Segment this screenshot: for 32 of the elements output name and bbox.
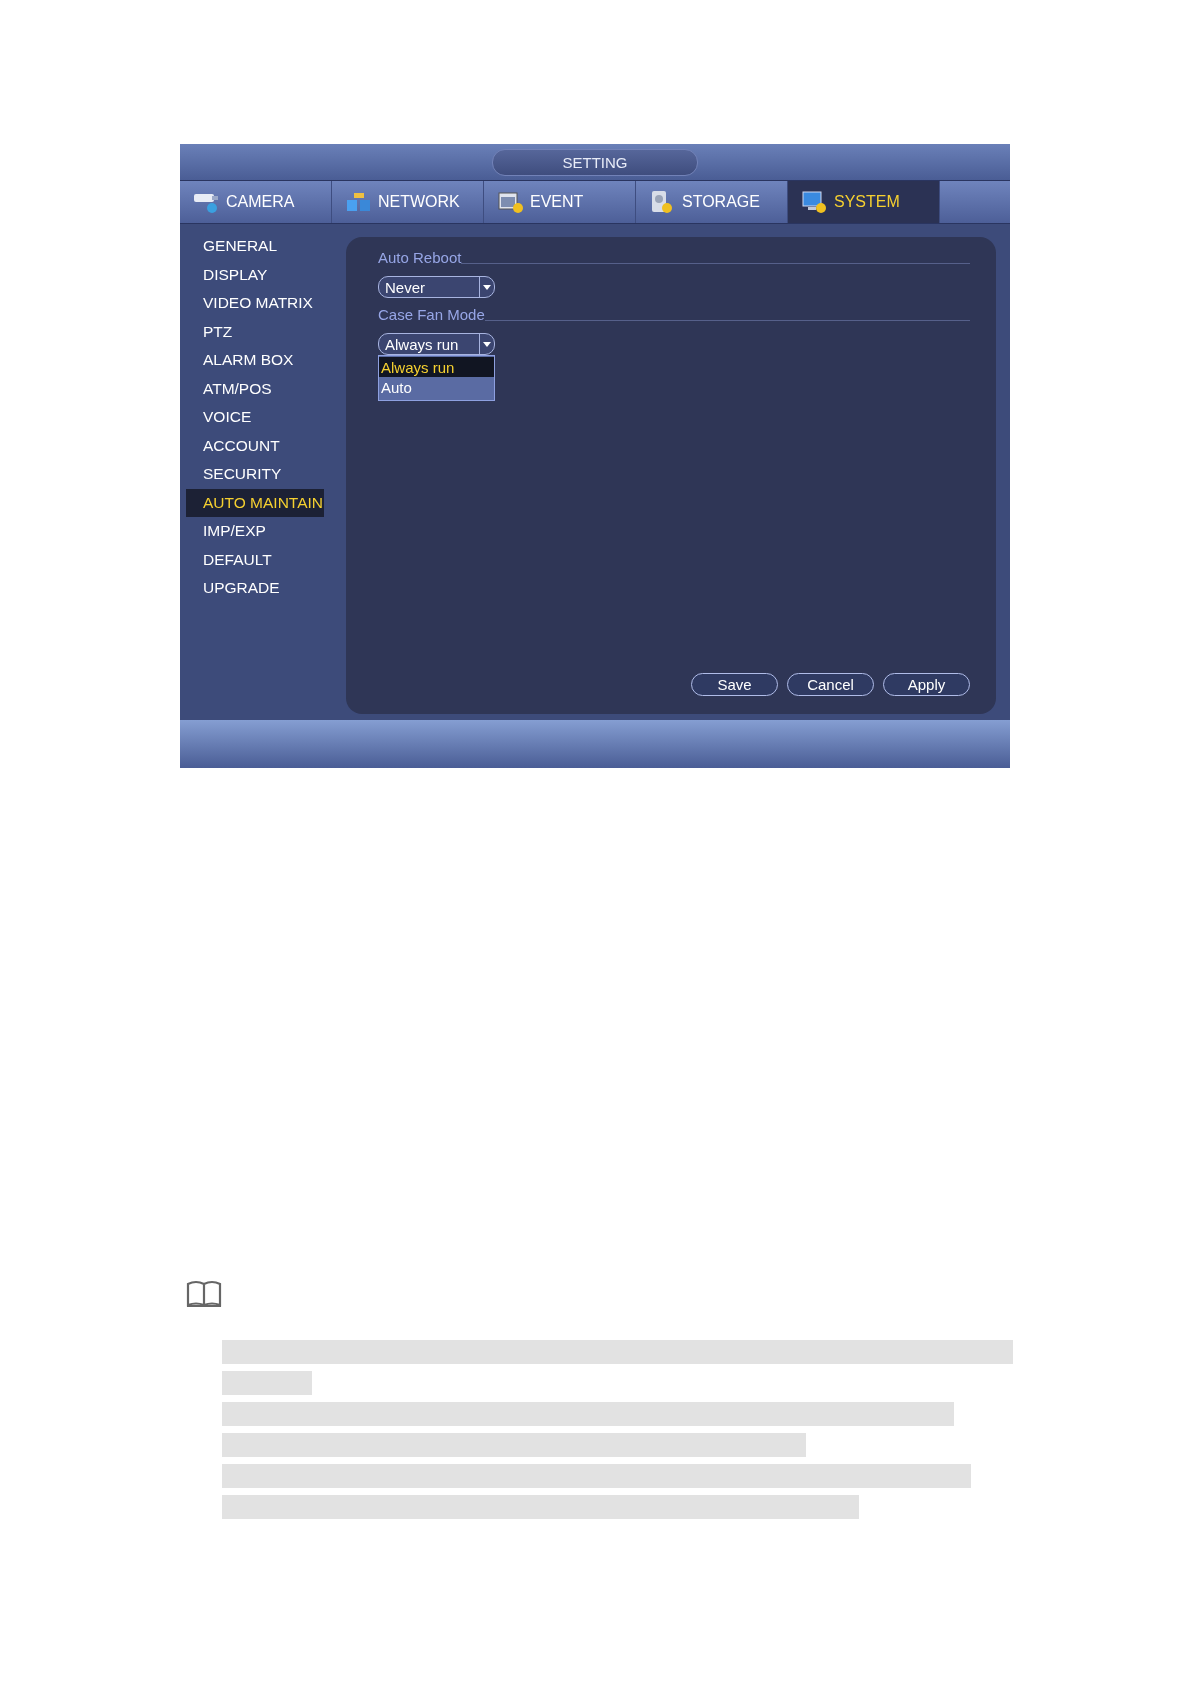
sidebar-item[interactable]: VIDEO MATRIX [186,289,324,318]
caret-icon [483,341,491,347]
tab[interactable]: EVENT [484,181,636,223]
action-button[interactable]: Apply [883,673,970,696]
section-label: Case Fan Mode [378,306,485,323]
sidebar-item[interactable]: ALARM BOX [186,346,324,375]
tab[interactable]: CAMERA [180,181,332,223]
sidebar-item[interactable]: GENERAL [186,232,324,261]
sidebar-item[interactable]: UPGRADE [186,574,324,603]
tab[interactable]: NETWORK [332,181,484,223]
action-button[interactable]: Save [691,673,778,696]
sidebar-item[interactable]: IMP/EXP [186,517,324,546]
dropdown-option[interactable]: Auto [379,377,494,397]
event-icon [496,190,526,214]
action-button[interactable]: Cancel [787,673,874,696]
dropdown-option[interactable]: Always run [379,357,494,377]
dropdown[interactable]: Never [378,276,495,298]
section-label: Auto Reboot [378,249,462,266]
tab[interactable]: STORAGE [636,181,788,223]
tab[interactable]: SYSTEM [788,181,940,223]
window-title: SETTING [492,148,698,176]
sidebar-item[interactable]: DEFAULT [186,545,324,574]
caret-icon [483,284,491,290]
sidebar-item[interactable]: SECURITY [186,460,324,489]
sidebar-item[interactable]: DISPLAY [186,260,324,289]
sidebar-item[interactable]: AUTO MAINTAIN [186,488,324,517]
book-icon [185,1278,223,1310]
dropdown[interactable]: Always run [378,333,495,355]
sidebar-item[interactable]: ACCOUNT [186,431,324,460]
sidebar-item[interactable]: ATM/POS [186,374,324,403]
sidebar-item[interactable]: VOICE [186,403,324,432]
sidebar-item[interactable]: PTZ [186,317,324,346]
